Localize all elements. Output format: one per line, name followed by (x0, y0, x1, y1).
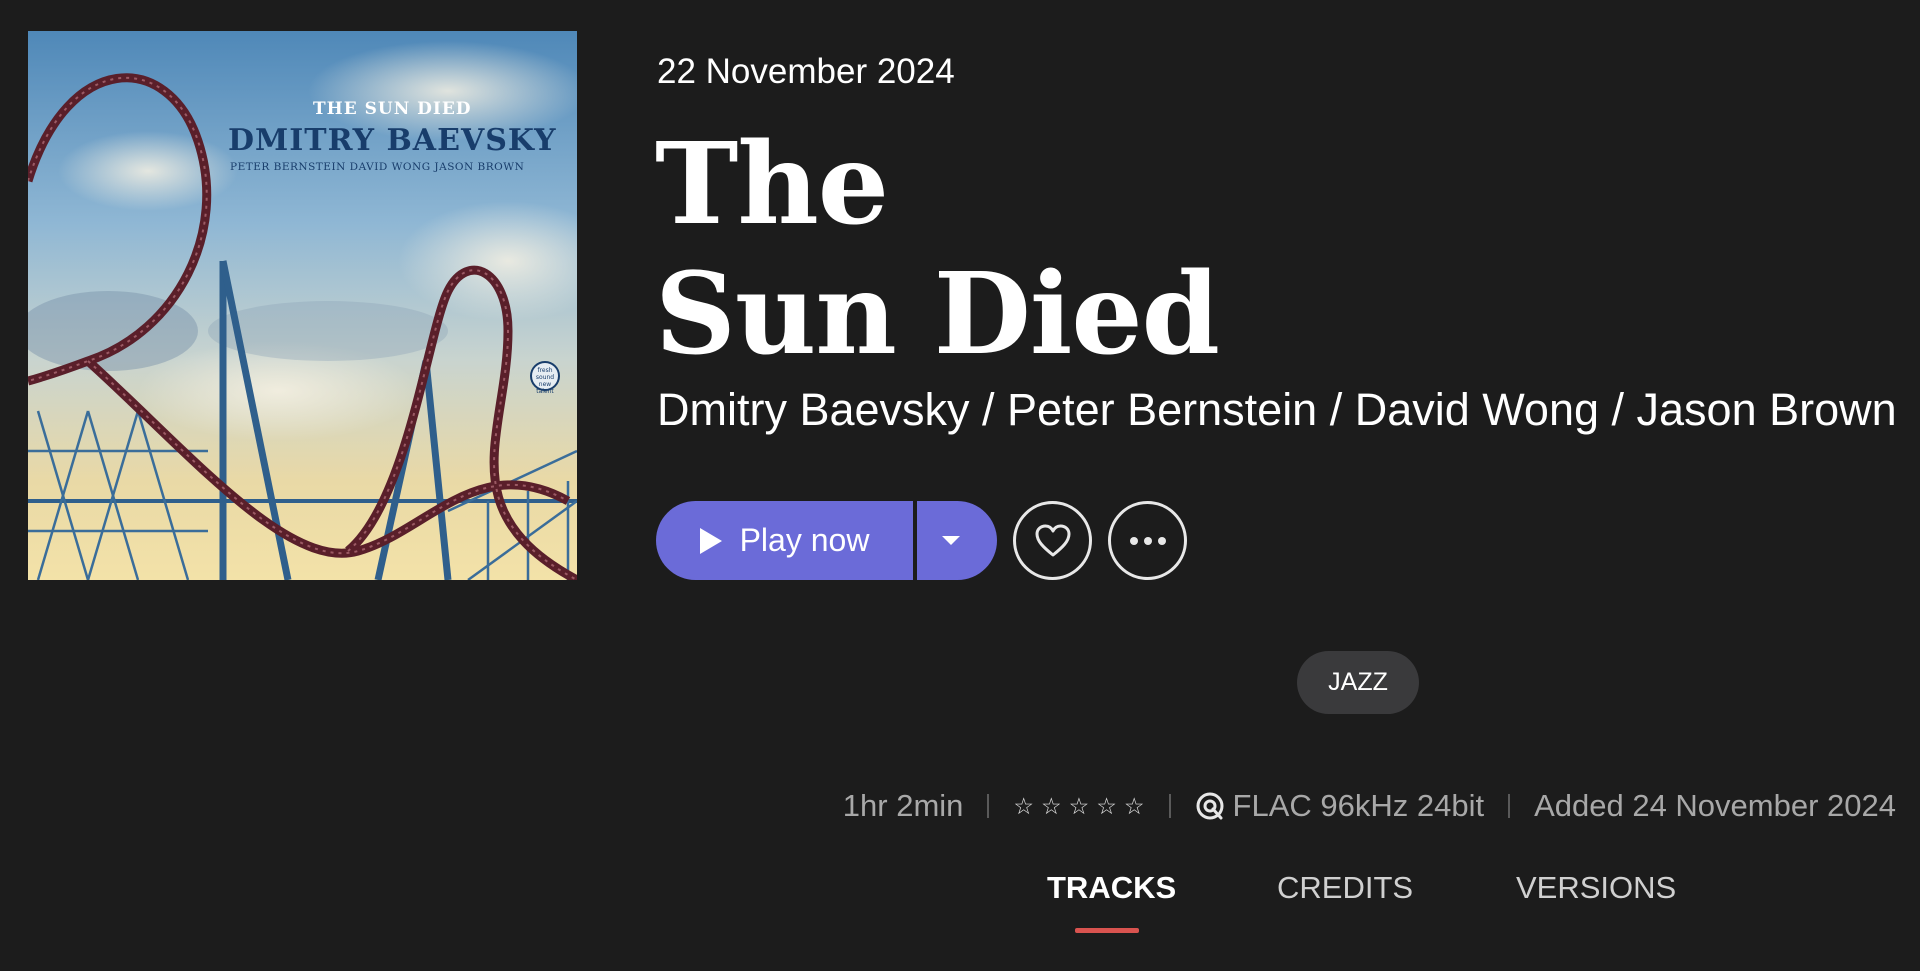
album-artists[interactable]: Dmitry Baevsky / Peter Bernstein / David… (657, 384, 1897, 436)
play-icon (699, 527, 722, 554)
cover-title-text: THE SUN DIED (313, 99, 472, 119)
rating-stars[interactable]: ☆ ☆ ☆ ☆ ☆ (1013, 793, 1144, 820)
star-icon[interactable]: ☆ (1096, 793, 1117, 820)
play-options-dropdown[interactable] (917, 501, 997, 580)
label-logo: fresh sound new talent (530, 361, 560, 395)
heart-icon (1035, 524, 1070, 556)
tab-tracks[interactable]: TRACKS (1047, 870, 1176, 906)
star-icon[interactable]: ☆ (1124, 793, 1145, 820)
genre-tag[interactable]: JAZZ (1297, 651, 1419, 714)
star-icon[interactable]: ☆ (1069, 793, 1090, 820)
album-title-line-1: The (655, 119, 889, 250)
play-button-group: Play now (656, 501, 997, 580)
meta-divider (1508, 794, 1511, 818)
audio-quality-label: FLAC 96kHz 24bit (1232, 788, 1485, 823)
play-now-label: Play now (739, 522, 870, 558)
star-icon[interactable]: ☆ (1013, 793, 1034, 820)
cover-artwork (28, 31, 577, 580)
cover-artist-text: DMITRY BAEVSKY (228, 123, 557, 158)
album-title-line-2: Sun Died (655, 249, 1220, 380)
star-icon[interactable]: ☆ (1041, 793, 1062, 820)
active-tab-indicator (1075, 928, 1139, 933)
album-meta-row: 1hr 2min ☆ ☆ ☆ ☆ ☆ FLAC 96kHz 24bit Adde… (843, 784, 1896, 828)
album-page: THE SUN DIED DMITRY BAEVSKY PETER BERNST… (0, 0, 1920, 971)
favorite-button[interactable] (1013, 501, 1092, 580)
cover-band-text: PETER BERNSTEIN DAVID WONG JASON BROWN (230, 161, 525, 173)
tab-versions[interactable]: VERSIONS (1516, 870, 1676, 906)
quality-icon (1196, 792, 1224, 820)
meta-divider (1168, 794, 1171, 818)
album-cover[interactable]: THE SUN DIED DMITRY BAEVSKY PETER BERNST… (28, 31, 577, 580)
meta-divider (987, 794, 990, 818)
tab-credits[interactable]: CREDITS (1277, 870, 1413, 906)
release-date: 22 November 2024 (657, 52, 955, 91)
play-now-button[interactable]: Play now (656, 501, 913, 580)
more-options-button[interactable] (1108, 501, 1187, 580)
album-duration: 1hr 2min (842, 788, 964, 823)
more-icon (1129, 536, 1166, 545)
chevron-down-icon (942, 536, 960, 545)
album-title: The Sun Died (655, 119, 1220, 380)
added-date: Added 24 November 2024 (1534, 788, 1896, 823)
audio-quality: FLAC 96kHz 24bit (1195, 788, 1485, 824)
